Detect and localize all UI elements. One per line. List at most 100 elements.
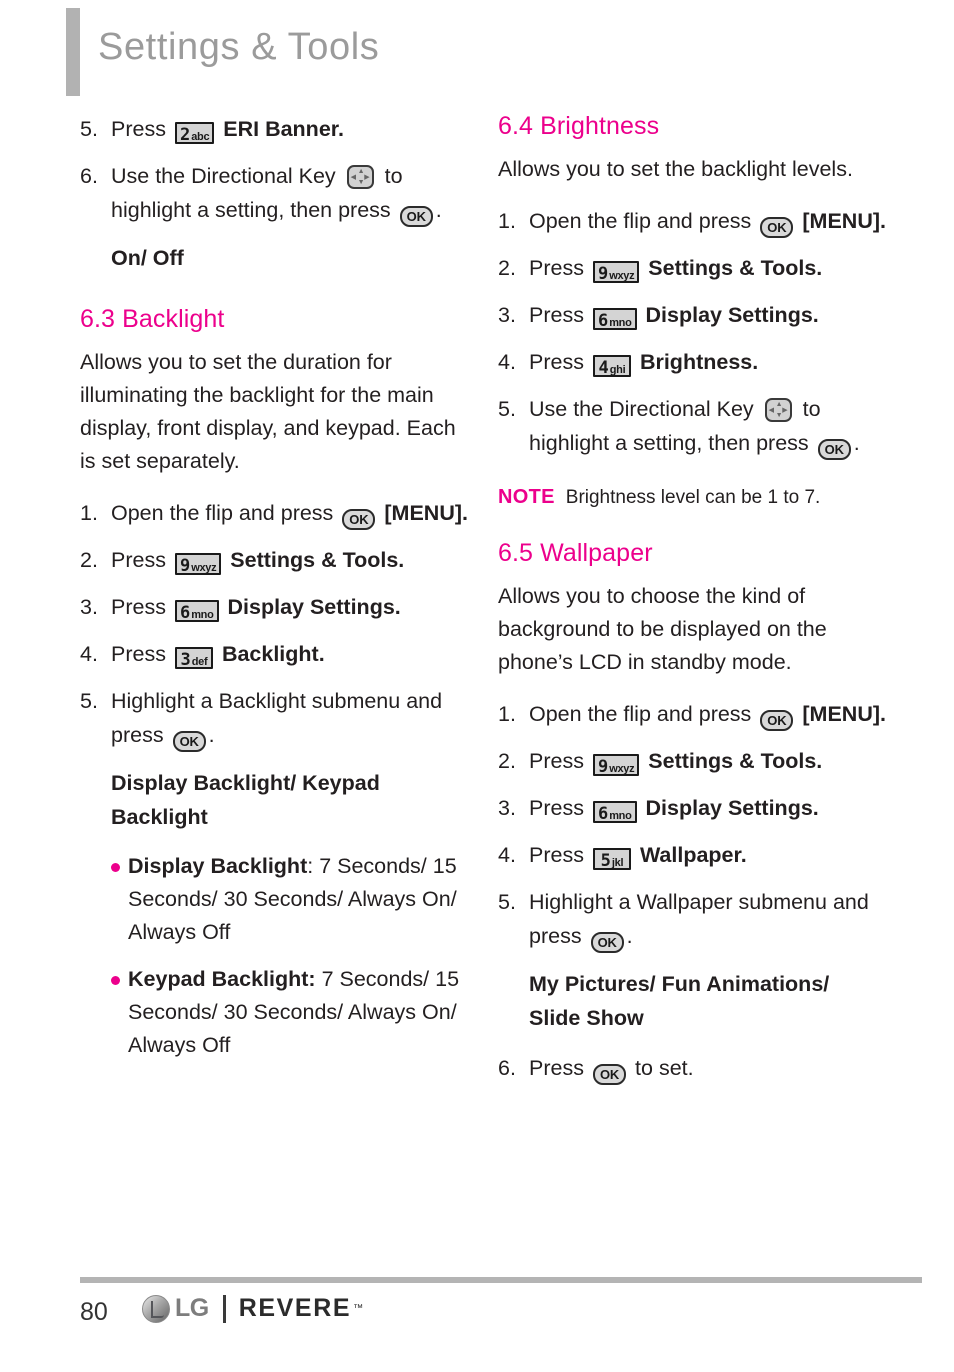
submenu-display-keypad-backlight: Display Backlight/ Keypad Backlight [111, 771, 380, 829]
step-menu-label: Backlight. [221, 642, 325, 666]
right-column: 6.4 Brightness Allows you to set the bac… [498, 112, 886, 1098]
arrow-right-icon: ▶ [364, 174, 370, 181]
step-number: 2. [498, 749, 516, 773]
heading-brightness: 6.4 Brightness [498, 112, 660, 140]
page-title: Settings & Tools [98, 26, 380, 68]
lg-brand-text: LG [175, 1294, 209, 1322]
bullet-dot-icon [111, 976, 120, 985]
key-5-jkl-icon: 5 jkl [592, 848, 631, 871]
key-digit: 4 [598, 358, 609, 378]
note-label: NOTE [498, 486, 555, 508]
heading-wallpaper: 6.5 Wallpaper [498, 539, 653, 567]
brightness-step-1: 1. Open the flip and press OK [MENU]. [498, 204, 886, 238]
directional-key-icon: ▲ ▼ ◀ ▶ [346, 165, 374, 189]
step-period: . [853, 431, 860, 455]
ok-key-icon: OK [817, 439, 851, 460]
key-letters: mno [609, 810, 632, 822]
wallpaper-step-1: 1. Open the flip and press OK [MENU]. [498, 697, 886, 731]
brightness-description: Allows you to set the backlight levels. [498, 157, 853, 181]
step-menu-label: Settings & Tools. [230, 548, 405, 572]
step-text: Press [529, 749, 584, 773]
step-number: 3. [498, 303, 516, 327]
wallpaper-step-2: 2. Press 9 wxyz Settings & Tools. [498, 744, 886, 778]
backlight-description: Allows you to set the duration for illum… [80, 350, 456, 473]
key-9-wxyz-icon: 9 wxyz [592, 261, 640, 284]
lg-revere-logo: LG REVERE ™ [142, 1294, 363, 1323]
bullet-display-backlight: Display Backlight: 7 Seconds/ 15 Seconds… [80, 850, 468, 949]
step-number: 5. [498, 890, 516, 914]
key-6-mno-icon: 6 mno [592, 801, 637, 824]
backlight-step-2: 2. Press 9 wxyz Settings & Tools. [80, 543, 468, 577]
wallpaper-description: Allows you to choose the kind of backgro… [498, 584, 827, 674]
step-menu-label: ERI Banner. [223, 117, 344, 141]
wallpaper-step-6: 6. Press OK to set. [498, 1051, 886, 1085]
ok-key-icon: OK [760, 710, 794, 731]
heading-backlight: 6.3 Backlight [80, 305, 225, 333]
step-text: Open the flip and press [111, 501, 334, 525]
arrow-left-icon: ◀ [768, 407, 775, 414]
key-letters: abc [191, 131, 210, 143]
note-brightness: NOTE Brightness level can be 1 to 7. [498, 482, 886, 513]
step-text: Use the Directional Key [111, 164, 336, 188]
key-letters: def [191, 656, 208, 668]
key-letters: wxyz [191, 562, 217, 574]
step-number: 2. [498, 256, 516, 280]
ok-key-icon: OK [342, 509, 376, 530]
step-text: Use the Directional Key [529, 397, 754, 421]
ok-key-icon: OK [760, 217, 794, 238]
ok-key-icon: OK [399, 206, 433, 227]
step-text: Press [529, 256, 584, 280]
key-digit: 6 [179, 603, 190, 623]
trademark-symbol: ™ [353, 1303, 364, 1314]
step-text: Press [529, 1056, 584, 1080]
step-number: 5. [80, 689, 98, 713]
step-number: 3. [498, 796, 516, 820]
step-menu-label: [MENU]. [802, 702, 886, 726]
bullet-dot-icon [111, 863, 120, 872]
step-menu-label: Brightness. [639, 350, 759, 374]
step-menu-label: Settings & Tools. [648, 749, 823, 773]
step-text: Open the flip and press [529, 209, 752, 233]
step-text: Press [111, 595, 166, 619]
step-text: Highlight a Backlight submenu and press [111, 689, 443, 747]
step-text: Press [111, 642, 166, 666]
key-digit: 9 [179, 556, 190, 576]
model-name-text: REVERE [238, 1294, 352, 1322]
key-9-wxyz-icon: 9 wxyz [592, 754, 640, 777]
key-digit: 6 [597, 311, 608, 331]
key-digit: 6 [597, 804, 608, 824]
page-number: 80 [80, 1298, 108, 1326]
arrow-left-icon: ◀ [350, 174, 357, 181]
key-letters: mno [609, 317, 632, 329]
bullet-label: Display Backlight [128, 854, 308, 878]
key-digit: 9 [597, 757, 608, 777]
left-column: 5. Press 2 abc ERI Banner. 6. Use the Dir… [80, 112, 468, 1076]
brightness-step-3: 3. Press 6 mno Display Settings. [498, 298, 886, 332]
step-text: Press [111, 548, 166, 572]
submenu-on-off: On/ Off [111, 246, 184, 270]
bullet-keypad-backlight: Keypad Backlight: 7 Seconds/ 15 Seconds/… [80, 963, 468, 1062]
submenu-wallpaper-options: My Pictures/ Fun Animations/ Slide Show [529, 972, 830, 1030]
step-menu-label: Display Settings. [645, 303, 819, 327]
step-number: 1. [80, 501, 98, 525]
key-digit: 2 [179, 125, 190, 145]
step-text: Highlight a Wallpaper submenu and press [529, 890, 869, 948]
step-period: . [435, 198, 442, 222]
step-number: 6. [80, 164, 98, 188]
wallpaper-step-5: 5. Highlight a Wallpaper submenu and pre… [498, 885, 886, 953]
step-number: 5. [498, 397, 516, 421]
step-number: 6. [498, 1056, 516, 1080]
ok-key-icon: OK [590, 932, 624, 953]
step-text: Press [529, 843, 584, 867]
key-3-def-icon: 3 def [174, 647, 213, 670]
key-letters: mno [191, 609, 214, 621]
step-eri-banner: 5. Press 2 abc ERI Banner. [80, 112, 468, 146]
directional-key-icon: ▲ ▼ ◀ ▶ [764, 398, 792, 422]
key-letters: wxyz [609, 763, 635, 775]
step-menu-label: Display Settings. [645, 796, 819, 820]
page-header: Settings & Tools [0, 0, 954, 100]
footer-divider [80, 1277, 922, 1283]
ok-key-icon: OK [172, 731, 206, 752]
logo-divider [222, 1294, 226, 1323]
wallpaper-step-3: 3. Press 6 mno Display Settings. [498, 791, 886, 825]
